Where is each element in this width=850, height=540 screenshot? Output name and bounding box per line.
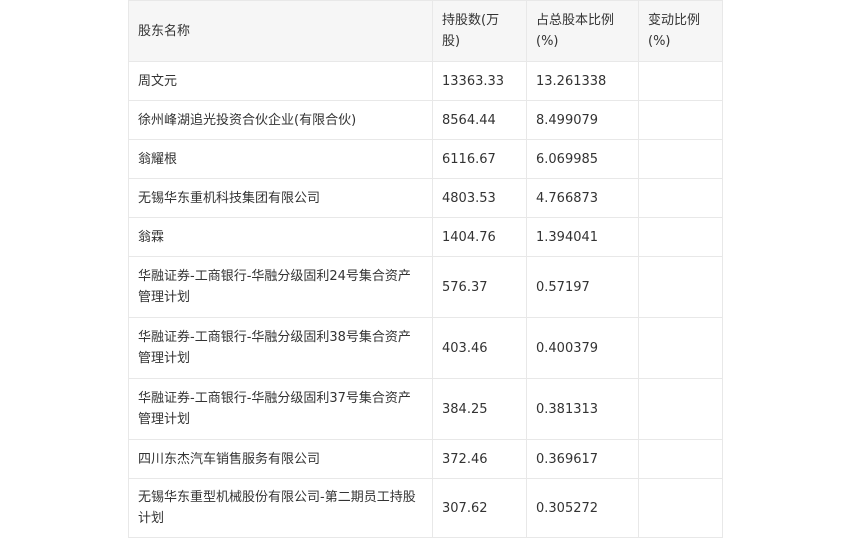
cell-holder-name: 华融证券-工商银行-华融分级固利38号集合资产管理计划 bbox=[128, 317, 433, 379]
table-row: 四川东杰汽车销售服务有限公司 372.46 0.369617 bbox=[128, 439, 723, 479]
cell-change bbox=[638, 256, 723, 318]
shareholders-table: 股东名称 持股数(万股) 占总股本比例(%) 变动比例(%) 周文元 13363… bbox=[128, 0, 723, 538]
table-row: 徐州峰湖追光投资合伙企业(有限合伙) 8564.44 8.499079 bbox=[128, 100, 723, 140]
cell-shares: 8564.44 bbox=[432, 100, 527, 140]
cell-change bbox=[638, 139, 723, 179]
cell-change bbox=[638, 439, 723, 479]
cell-change bbox=[638, 61, 723, 101]
cell-ratio: 6.069985 bbox=[526, 139, 639, 179]
cell-change bbox=[638, 478, 723, 538]
cell-change bbox=[638, 317, 723, 379]
cell-shares: 576.37 bbox=[432, 256, 527, 318]
cell-shares: 372.46 bbox=[432, 439, 527, 479]
cell-change bbox=[638, 178, 723, 218]
cell-ratio: 0.57197 bbox=[526, 256, 639, 318]
cell-ratio: 8.499079 bbox=[526, 100, 639, 140]
cell-shares: 403.46 bbox=[432, 317, 527, 379]
cell-shares: 1404.76 bbox=[432, 217, 527, 257]
cell-shares: 6116.67 bbox=[432, 139, 527, 179]
header-shares: 持股数(万股) bbox=[432, 0, 527, 62]
cell-holder-name: 周文元 bbox=[128, 61, 433, 101]
table-row: 华融证券-工商银行-华融分级固利37号集合资产管理计划 384.25 0.381… bbox=[128, 378, 723, 440]
table-row: 华融证券-工商银行-华融分级固利24号集合资产管理计划 576.37 0.571… bbox=[128, 256, 723, 318]
table-row: 周文元 13363.33 13.261338 bbox=[128, 61, 723, 101]
header-ratio: 占总股本比例(%) bbox=[526, 0, 639, 62]
cell-holder-name: 四川东杰汽车销售服务有限公司 bbox=[128, 439, 433, 479]
cell-holder-name: 翁耀根 bbox=[128, 139, 433, 179]
cell-ratio: 0.400379 bbox=[526, 317, 639, 379]
cell-holder-name: 无锡华东重型机械股份有限公司-第二期员工持股计划 bbox=[128, 478, 433, 538]
cell-change bbox=[638, 378, 723, 440]
cell-ratio: 4.766873 bbox=[526, 178, 639, 218]
table-row: 无锡华东重型机械股份有限公司-第二期员工持股计划 307.62 0.305272 bbox=[128, 478, 723, 538]
cell-holder-name: 翁霖 bbox=[128, 217, 433, 257]
table-row: 无锡华东重机科技集团有限公司 4803.53 4.766873 bbox=[128, 178, 723, 218]
cell-shares: 307.62 bbox=[432, 478, 527, 538]
cell-ratio: 13.261338 bbox=[526, 61, 639, 101]
cell-shares: 13363.33 bbox=[432, 61, 527, 101]
table-row: 翁耀根 6116.67 6.069985 bbox=[128, 139, 723, 179]
cell-ratio: 0.369617 bbox=[526, 439, 639, 479]
cell-change bbox=[638, 100, 723, 140]
cell-holder-name: 无锡华东重机科技集团有限公司 bbox=[128, 178, 433, 218]
cell-ratio: 1.394041 bbox=[526, 217, 639, 257]
table-row: 翁霖 1404.76 1.394041 bbox=[128, 217, 723, 257]
header-holder-name: 股东名称 bbox=[128, 0, 433, 62]
table-header-row: 股东名称 持股数(万股) 占总股本比例(%) 变动比例(%) bbox=[128, 0, 723, 62]
header-change: 变动比例(%) bbox=[638, 0, 723, 62]
cell-ratio: 0.381313 bbox=[526, 378, 639, 440]
cell-change bbox=[638, 217, 723, 257]
cell-holder-name: 华融证券-工商银行-华融分级固利24号集合资产管理计划 bbox=[128, 256, 433, 318]
cell-shares: 384.25 bbox=[432, 378, 527, 440]
cell-ratio: 0.305272 bbox=[526, 478, 639, 538]
cell-holder-name: 华融证券-工商银行-华融分级固利37号集合资产管理计划 bbox=[128, 378, 433, 440]
cell-holder-name: 徐州峰湖追光投资合伙企业(有限合伙) bbox=[128, 100, 433, 140]
table-row: 华融证券-工商银行-华融分级固利38号集合资产管理计划 403.46 0.400… bbox=[128, 317, 723, 379]
cell-shares: 4803.53 bbox=[432, 178, 527, 218]
